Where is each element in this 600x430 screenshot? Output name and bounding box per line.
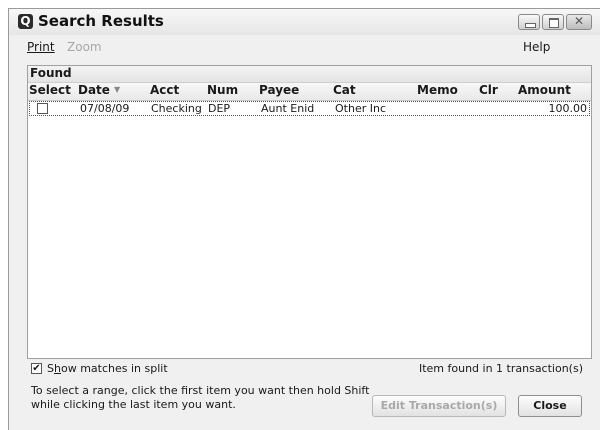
close-icon: ✕ (573, 14, 585, 28)
close-window-button[interactable]: ✕ (566, 14, 592, 30)
window-title: Search Results (38, 12, 164, 30)
minimize-button[interactable] (518, 14, 540, 30)
col-header-select[interactable]: Select (29, 83, 71, 97)
search-results-window: Q Search Results ✕ Print Zoom Help Found… (8, 8, 600, 430)
hint-line-1: To select a range, click the first item … (31, 384, 370, 397)
show-matches-label-hotkey: h (53, 362, 61, 375)
sort-descending-icon: ▼ (113, 85, 121, 94)
hint-line-2: while clicking the last item you want. (31, 398, 236, 411)
column-header-row: Select Date ▼ Acct Num Payee Cat Memo Clr… (28, 83, 591, 101)
maximize-icon (549, 18, 559, 28)
menu-zoom[interactable]: Zoom (67, 40, 102, 54)
menu-help[interactable]: Help (523, 40, 550, 54)
col-header-num[interactable]: Num (207, 83, 238, 97)
quicken-app-icon: Q (18, 14, 33, 29)
edit-transactions-button[interactable]: Edit Transaction(s) (372, 395, 506, 417)
close-button[interactable]: Close (518, 395, 582, 417)
found-count-status: Item found in 1 transaction(s) (418, 362, 583, 375)
window-controls: ✕ (518, 14, 592, 30)
col-header-payee[interactable]: Payee (259, 83, 299, 97)
col-header-acct[interactable]: Acct (150, 83, 179, 97)
show-matches-checkbox[interactable]: ✔ (31, 363, 42, 374)
select-checkbox[interactable] (37, 103, 48, 114)
menu-print[interactable]: Print (27, 40, 55, 54)
show-matches-label-a: S (47, 362, 54, 375)
col-header-date[interactable]: Date ▼ (78, 83, 120, 97)
col-header-amount[interactable]: Amount (518, 83, 571, 97)
range-selection-hint: To select a range, click the first item … (31, 384, 391, 412)
cell-cat: Other Inc (335, 102, 386, 115)
menu-print-label: Print (27, 40, 55, 54)
col-header-clr[interactable]: Clr (479, 83, 498, 97)
title-bar[interactable]: Q Search Results ✕ (9, 9, 600, 35)
cell-date: 07/08/09 (80, 102, 130, 115)
minimize-icon (525, 23, 536, 28)
cell-num: DEP (208, 102, 231, 115)
col-header-date-label: Date (78, 83, 110, 97)
table-row[interactable]: 07/08/09 Checking DEP Aunt Enid Other In… (29, 101, 590, 116)
found-label: Found (30, 66, 72, 80)
menu-bar: Print Zoom Help (9, 40, 600, 60)
found-bar: Found (28, 66, 591, 83)
show-matches-label-b: ow matches in split (60, 362, 168, 375)
cell-payee: Aunt Enid (261, 102, 315, 115)
show-matches-label: Show matches in split (47, 362, 168, 375)
cell-acct: Checking (151, 102, 202, 115)
results-grid[interactable]: Found Select Date ▼ Acct Num Payee Cat Me… (27, 65, 592, 359)
cell-amount: 100.00 (548, 102, 588, 115)
col-header-cat[interactable]: Cat (333, 83, 356, 97)
col-header-memo[interactable]: Memo (417, 83, 458, 97)
maximize-button[interactable] (542, 14, 564, 30)
